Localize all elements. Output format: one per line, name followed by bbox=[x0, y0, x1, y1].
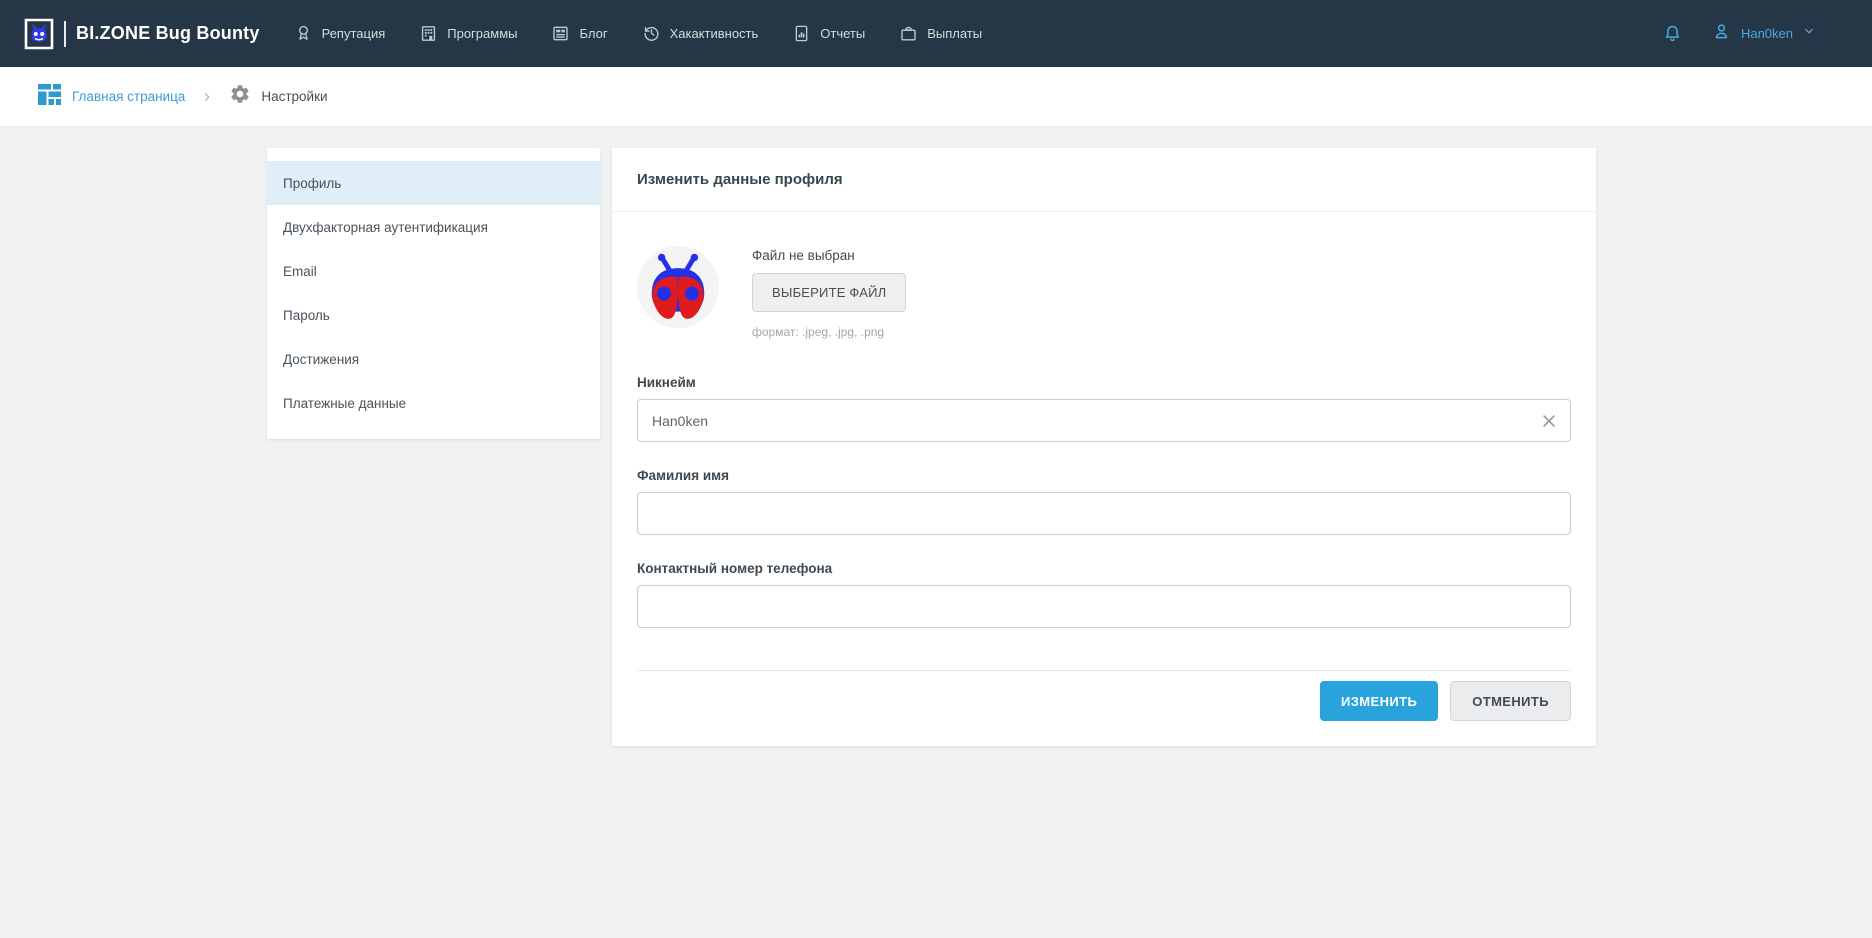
nickname-label: Никнейм bbox=[637, 375, 1571, 390]
breadcrumb-home-link[interactable]: Главная страница bbox=[37, 83, 185, 111]
nav-item-blog[interactable]: Блог bbox=[551, 24, 607, 43]
sidebar-item-achievements[interactable]: Достижения bbox=[267, 337, 600, 381]
fullname-label: Фамилия имя bbox=[637, 468, 1571, 483]
user-menu[interactable]: Han0ken bbox=[1711, 21, 1816, 47]
navbar-right: Han0ken bbox=[1662, 21, 1816, 47]
file-upload-controls: Файл не выбран ВЫБЕРИТЕ ФАЙЛ формат: .jp… bbox=[752, 246, 906, 339]
form-footer: ИЗМЕНИТЬ ОТМЕНИТЬ bbox=[637, 670, 1571, 721]
logo-divider bbox=[64, 21, 66, 47]
nav-item-reputation[interactable]: Репутация bbox=[294, 24, 386, 43]
settings-layout: Профиль Двухфакторная аутентификация Ema… bbox=[267, 148, 1596, 746]
nav-label: Репутация bbox=[322, 26, 386, 41]
gear-icon bbox=[229, 83, 251, 110]
main-nav: Репутация Программы bbox=[294, 24, 983, 43]
chevron-down-icon bbox=[1802, 24, 1816, 43]
nav-label: Программы bbox=[447, 26, 517, 41]
nav-label: Хакактивность bbox=[670, 26, 759, 41]
brand-title: BI.ZONE Bug Bounty bbox=[76, 23, 260, 44]
nav-label: Блог bbox=[579, 26, 607, 41]
user-icon bbox=[1711, 21, 1732, 47]
report-icon bbox=[792, 24, 811, 43]
chevron-right-icon bbox=[201, 91, 213, 103]
username: Han0ken bbox=[1741, 26, 1793, 41]
breadcrumb: Главная страница Настройки bbox=[0, 67, 1872, 127]
sidebar-item-profile[interactable]: Профиль bbox=[267, 161, 600, 205]
ladybug-avatar bbox=[637, 246, 719, 328]
briefcase-icon bbox=[899, 24, 918, 43]
file-status-text: Файл не выбран bbox=[752, 248, 906, 263]
sidebar-item-email[interactable]: Email bbox=[267, 249, 600, 293]
newspaper-icon bbox=[551, 24, 570, 43]
sidebar-item-password[interactable]: Пароль bbox=[267, 293, 600, 337]
sidebar-item-2fa[interactable]: Двухфакторная аутентификация bbox=[267, 205, 600, 249]
submit-button[interactable]: ИЗМЕНИТЬ bbox=[1320, 681, 1438, 721]
breadcrumb-current: Настройки bbox=[229, 83, 327, 110]
settings-sidebar: Профиль Двухфакторная аутентификация Ema… bbox=[267, 148, 600, 439]
phone-input[interactable] bbox=[637, 585, 1571, 628]
nav-item-payouts[interactable]: Выплаты bbox=[899, 24, 982, 43]
brand-logo[interactable]: BI.ZONE Bug Bounty bbox=[24, 18, 260, 50]
nickname-input[interactable] bbox=[637, 399, 1571, 442]
phone-label: Контактный номер телефона bbox=[637, 561, 1571, 576]
avatar-upload-row: Файл не выбран ВЫБЕРИТЕ ФАЙЛ формат: .jp… bbox=[637, 246, 1571, 339]
profile-form: Файл не выбран ВЫБЕРИТЕ ФАЙЛ формат: .jp… bbox=[612, 212, 1596, 746]
dashboard-grid-icon bbox=[37, 83, 62, 111]
choose-file-button[interactable]: ВЫБЕРИТЕ ФАЙЛ bbox=[752, 273, 906, 312]
nav-item-reports[interactable]: Отчеты bbox=[792, 24, 865, 43]
phone-field-group: Контактный номер телефона bbox=[637, 561, 1571, 628]
fullname-input[interactable] bbox=[637, 492, 1571, 535]
bell-icon[interactable] bbox=[1662, 23, 1683, 44]
clear-nickname-icon[interactable] bbox=[1537, 409, 1561, 433]
top-navbar: BI.ZONE Bug Bounty Репутация bbox=[0, 0, 1872, 67]
history-icon bbox=[642, 24, 661, 43]
breadcrumb-current-label: Настройки bbox=[261, 89, 327, 104]
nav-label: Отчеты bbox=[820, 26, 865, 41]
bug-logo-icon bbox=[24, 18, 54, 50]
medal-icon bbox=[294, 24, 313, 43]
card-title: Изменить данные профиля bbox=[612, 148, 1596, 212]
nav-item-hacktivity[interactable]: Хакактивность bbox=[642, 24, 759, 43]
breadcrumb-home-label: Главная страница bbox=[72, 89, 185, 104]
fullname-field-group: Фамилия имя bbox=[637, 468, 1571, 535]
file-format-hint: формат: .jpeg, .jpg, .png bbox=[752, 325, 906, 339]
sidebar-item-payment-data[interactable]: Платежные данные bbox=[267, 381, 600, 425]
nav-label: Выплаты bbox=[927, 26, 982, 41]
cancel-button[interactable]: ОТМЕНИТЬ bbox=[1450, 681, 1571, 721]
nickname-field-group: Никнейм bbox=[637, 375, 1571, 442]
nav-item-programs[interactable]: Программы bbox=[419, 24, 517, 43]
building-icon bbox=[419, 24, 438, 43]
profile-settings-card: Изменить данные профиля bbox=[612, 148, 1596, 746]
